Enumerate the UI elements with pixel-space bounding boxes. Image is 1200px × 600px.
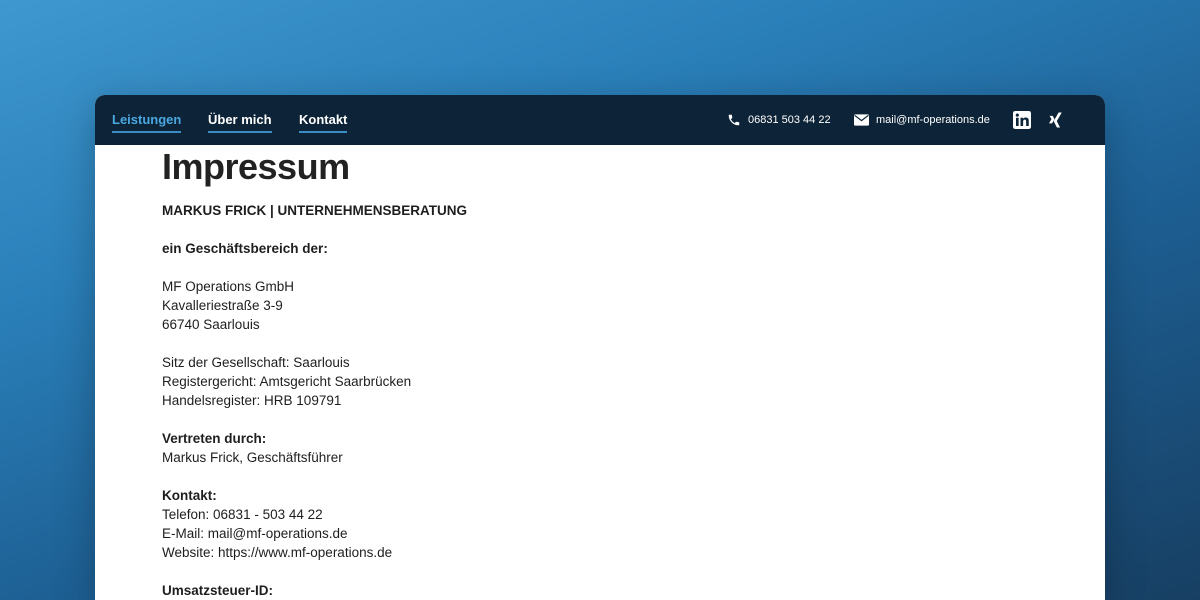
main-content: Impressum MARKUS FRICK | UNTERNEHMENSBER… [162,147,1062,600]
linkedin-icon[interactable] [1013,111,1031,129]
represented-heading: Vertreten durch: [162,431,267,446]
email-link[interactable]: mail@mf-operations.de [854,95,990,145]
address-line: 66740 Saarlouis [162,317,260,332]
email-address: mail@mf-operations.de [876,114,990,126]
xing-icon[interactable] [1047,111,1065,129]
browser-window: Leistungen Über mich Kontakt 06831 503 4… [95,95,1105,600]
company-heading: MARKUS FRICK | UNTERNEHMENSBERATUNG [162,203,468,218]
division-heading: ein Geschäftsbereich der: [162,241,328,256]
vat-heading: Umsatzsteuer-ID: [162,583,274,598]
nav-link-ueber-mich[interactable]: Über mich [208,112,272,133]
address-line: Kavalleriestraße 3-9 [162,298,283,313]
top-navigation-bar: Leistungen Über mich Kontakt 06831 503 4… [95,95,1105,145]
phone-number: 06831 503 44 22 [748,114,831,126]
nav-link-leistungen[interactable]: Leistungen [112,112,182,133]
registry-line: Sitz der Gesellschaft: Saarlouis [162,355,350,370]
phone-link[interactable]: 06831 503 44 22 [727,95,831,145]
registry-line: Registergericht: Amtsgericht Saarbrücken [162,374,412,389]
represented-by: Markus Frick, Geschäftsführer [162,450,343,465]
page-title: Impressum [162,146,350,187]
address-line: MF Operations GmbH [162,279,295,294]
contact-website-line[interactable]: Website: https://www.mf-operations.de [162,543,1062,562]
contact-heading: Kontakt: [162,488,217,503]
mail-icon [854,114,869,126]
contact-email-line[interactable]: E-Mail: mail@mf-operations.de [162,524,1062,543]
nav-link-kontakt[interactable]: Kontakt [299,112,348,133]
registry-line: Handelsregister: HRB 109791 [162,393,342,408]
contact-phone-line: Telefon: 06831 - 503 44 22 [162,507,323,522]
phone-icon [728,114,740,126]
